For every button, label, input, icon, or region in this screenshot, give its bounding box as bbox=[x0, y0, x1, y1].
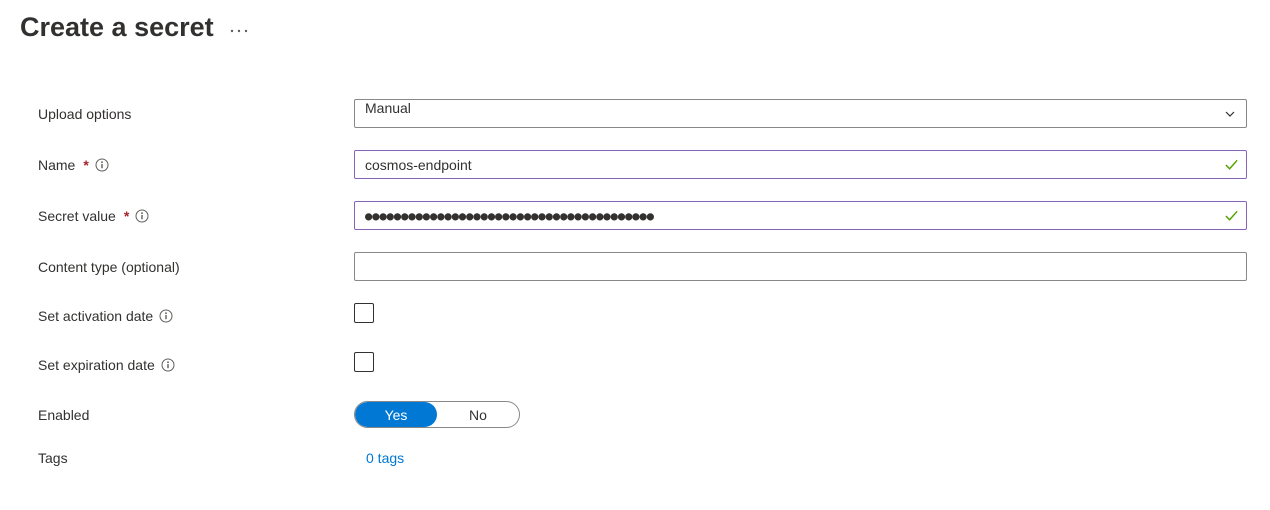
secret-value-input[interactable] bbox=[354, 201, 1247, 230]
upload-options-label: Upload options bbox=[38, 106, 131, 122]
more-icon bbox=[230, 29, 248, 33]
upload-options-value: Manual bbox=[365, 100, 411, 116]
content-type-label: Content type (optional) bbox=[38, 259, 180, 275]
more-actions-button[interactable] bbox=[230, 17, 248, 38]
activation-date-label: Set activation date bbox=[38, 308, 153, 324]
content-type-input[interactable] bbox=[354, 252, 1247, 281]
required-mark: * bbox=[124, 208, 129, 224]
name-label: Name bbox=[38, 157, 75, 173]
upload-options-select[interactable]: Manual bbox=[354, 99, 1247, 128]
tags-link[interactable]: 0 tags bbox=[354, 450, 404, 466]
info-icon[interactable] bbox=[135, 209, 149, 223]
required-mark: * bbox=[83, 157, 88, 173]
info-icon[interactable] bbox=[159, 309, 173, 323]
info-icon[interactable] bbox=[161, 358, 175, 372]
name-input[interactable] bbox=[354, 150, 1247, 179]
activation-checkbox[interactable] bbox=[354, 303, 374, 323]
info-icon[interactable] bbox=[95, 158, 109, 172]
secret-value-label: Secret value bbox=[38, 208, 116, 224]
expiration-checkbox[interactable] bbox=[354, 352, 374, 372]
enabled-label: Enabled bbox=[38, 407, 89, 423]
expiration-date-label: Set expiration date bbox=[38, 357, 155, 373]
enabled-yes-button[interactable]: Yes bbox=[355, 402, 437, 427]
page-title: Create a secret bbox=[20, 12, 214, 43]
enabled-no-button[interactable]: No bbox=[437, 402, 519, 427]
tags-label: Tags bbox=[38, 450, 68, 466]
